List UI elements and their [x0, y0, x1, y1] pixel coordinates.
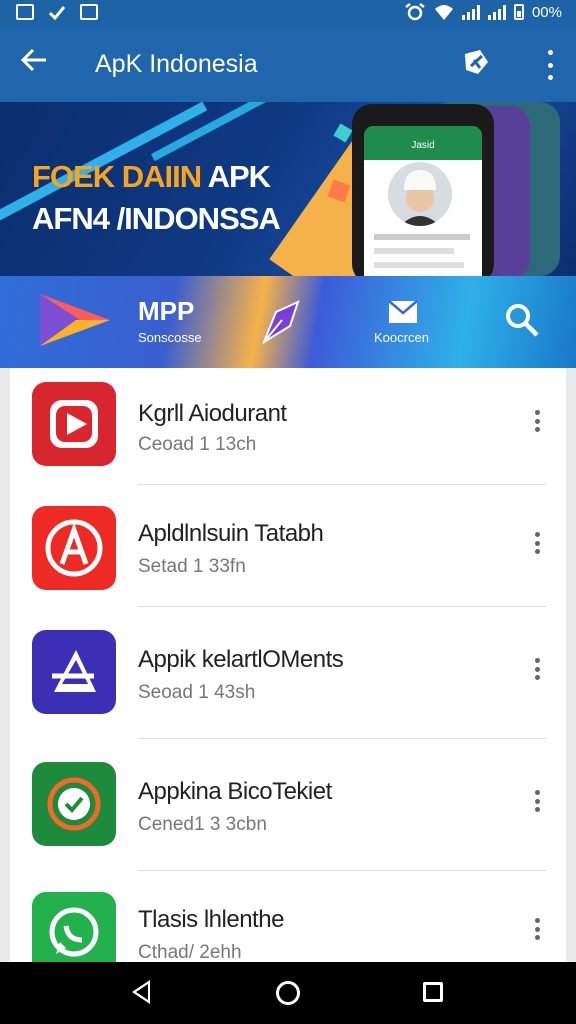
app-list: Kgrll Aiodurant Ceoad 1 13ch Apldlnlsuin…: [10, 368, 566, 962]
tab-subtitle: Sonscosse: [138, 330, 202, 345]
app-subtitle: Ceoad 1 13ch: [138, 434, 257, 455]
app-subtitle: Cthad/ 2ehh: [138, 942, 242, 962]
more-options-icon[interactable]: [535, 790, 540, 812]
list-item[interactable]: Appkina BicoTekiet Cened1 3 3cbn: [10, 744, 566, 871]
search-icon[interactable]: [504, 302, 540, 343]
divider: [138, 738, 546, 739]
alarm-icon: [405, 3, 425, 21]
more-options-icon[interactable]: [535, 410, 540, 432]
more-options-icon[interactable]: [548, 50, 554, 80]
list-item[interactable]: Kgrll Aiodurant Ceoad 1 13ch: [10, 368, 566, 492]
system-navigation-bar: [0, 962, 576, 1024]
banner-headline: FOEK DAIIN APK AFN4 /INDONSSA: [32, 159, 281, 236]
battery-icon: [513, 4, 524, 20]
video-app-icon[interactable]: [32, 382, 116, 466]
app-bar: ApK Indonesia: [0, 26, 576, 102]
app-subtitle: Seoad 1 43sh: [138, 682, 256, 703]
divider: [138, 870, 546, 871]
app-icon[interactable]: [32, 630, 116, 714]
check-notification-icon: [48, 6, 66, 20]
wifi-icon: [434, 5, 453, 20]
more-options-icon[interactable]: [535, 658, 540, 680]
more-options-icon[interactable]: [535, 532, 540, 554]
category-strip: MPP Sonscosse Koocrcen: [0, 276, 576, 368]
mail-icon[interactable]: [388, 300, 418, 329]
screenshot-notification-icon: [16, 4, 34, 20]
nav-home-icon[interactable]: [276, 981, 300, 1005]
tab-title[interactable]: MPP: [138, 296, 194, 327]
list-item[interactable]: Tlasis lhlenthe Cthad/ 2ehh: [10, 876, 566, 962]
pen-icon[interactable]: [258, 298, 304, 353]
image-notification-icon: [80, 4, 98, 20]
share-icon[interactable]: [462, 48, 490, 76]
app-icon[interactable]: [32, 762, 116, 846]
play-store-icon[interactable]: [36, 290, 114, 350]
divider: [138, 606, 546, 607]
whatsapp-icon[interactable]: [32, 892, 116, 962]
list-item[interactable]: Appik kelartlOMents Seoad 1 43sh: [10, 612, 566, 739]
battery-percent: 00%: [531, 3, 562, 21]
signal-icon: [461, 4, 480, 20]
app-name: Kgrll Aiodurant: [138, 400, 287, 427]
list-item[interactable]: Apldlnlsuin Tatabh Setad 1 33fn: [10, 490, 566, 614]
signal-icon: [487, 4, 506, 20]
app-subtitle: Setad 1 33fn: [138, 556, 246, 577]
chef-avatar: [388, 162, 452, 226]
app-name: Tlasis lhlenthe: [138, 906, 284, 933]
app-name: Apldlnlsuin Tatabh: [138, 520, 324, 547]
back-arrow-icon[interactable]: [20, 46, 48, 83]
app-name: Appkina BicoTekiet: [138, 778, 332, 805]
status-bar: 00%: [0, 0, 576, 26]
nav-back-icon[interactable]: [132, 980, 150, 1004]
app-name: Appik kelartlOMents: [138, 646, 344, 673]
divider: [138, 484, 546, 485]
app-icon[interactable]: [32, 506, 116, 590]
promo-banner[interactable]: FOEK DAIIN APK AFN4 /INDONSSA: [0, 102, 576, 276]
more-options-icon[interactable]: [535, 918, 540, 940]
tab-label[interactable]: Koocrcen: [374, 330, 429, 345]
nav-recents-icon[interactable]: [423, 982, 443, 1002]
app-subtitle: Cened1 3 3cbn: [138, 814, 267, 835]
phone-screen: Jasid: [364, 126, 482, 276]
page-title: ApK Indonesia: [95, 50, 258, 78]
